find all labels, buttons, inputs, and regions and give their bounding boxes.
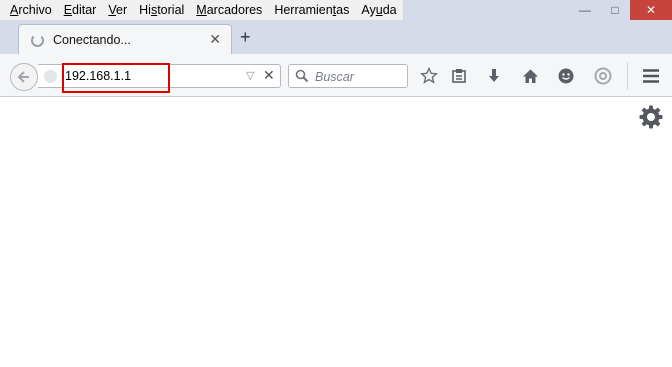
maximize-button[interactable]: □ bbox=[600, 0, 630, 20]
menu-herramientas[interactable]: Herramientas bbox=[268, 0, 355, 20]
back-button[interactable] bbox=[10, 63, 38, 91]
tab-title: Conectando... bbox=[53, 33, 131, 47]
gear-icon[interactable] bbox=[638, 104, 664, 130]
page-content bbox=[0, 98, 672, 367]
search-icon bbox=[295, 69, 309, 83]
menu-editar[interactable]: Editar bbox=[58, 0, 103, 20]
url-history-dropdown-icon[interactable]: ▽ bbox=[246, 69, 254, 82]
window-controls: — □ ✕ bbox=[570, 0, 672, 20]
menu-archivo[interactable]: Archivo bbox=[4, 0, 58, 20]
search-bar[interactable]: Buscar bbox=[288, 64, 408, 88]
home-icon[interactable] bbox=[520, 66, 540, 86]
bookmark-star-icon[interactable] bbox=[419, 66, 439, 86]
pocket-icon[interactable] bbox=[593, 66, 613, 86]
url-highlight-annotation bbox=[62, 63, 170, 93]
tab-active[interactable]: Conectando... ✕ bbox=[18, 24, 232, 54]
back-arrow-icon bbox=[17, 71, 29, 83]
hello-icon[interactable] bbox=[556, 66, 576, 86]
menu-marcadores[interactable]: Marcadores bbox=[190, 0, 268, 20]
stop-loading-icon[interactable]: ✕ bbox=[263, 67, 275, 84]
tab-close-icon[interactable]: ✕ bbox=[209, 31, 221, 48]
menu-ver[interactable]: Ver bbox=[102, 0, 133, 20]
search-input[interactable]: Buscar bbox=[315, 70, 354, 84]
downloads-icon[interactable] bbox=[484, 66, 504, 86]
bookmarks-menu-icon[interactable] bbox=[449, 66, 469, 86]
close-window-button[interactable]: ✕ bbox=[630, 0, 672, 20]
tab-strip: Conectando... ✕ + bbox=[0, 22, 672, 54]
menu-bar: Archivo Editar Ver Historial Marcadores … bbox=[0, 0, 404, 20]
toolbar-separator bbox=[627, 62, 628, 90]
hamburger-menu-icon[interactable] bbox=[641, 66, 661, 86]
menu-ayuda[interactable]: Ayuda bbox=[355, 0, 402, 20]
loading-spinner-icon bbox=[31, 34, 44, 47]
menu-historial[interactable]: Historial bbox=[133, 0, 190, 20]
minimize-button[interactable]: — bbox=[570, 0, 600, 20]
globe-icon bbox=[44, 70, 57, 83]
new-tab-button[interactable]: + bbox=[240, 28, 251, 46]
